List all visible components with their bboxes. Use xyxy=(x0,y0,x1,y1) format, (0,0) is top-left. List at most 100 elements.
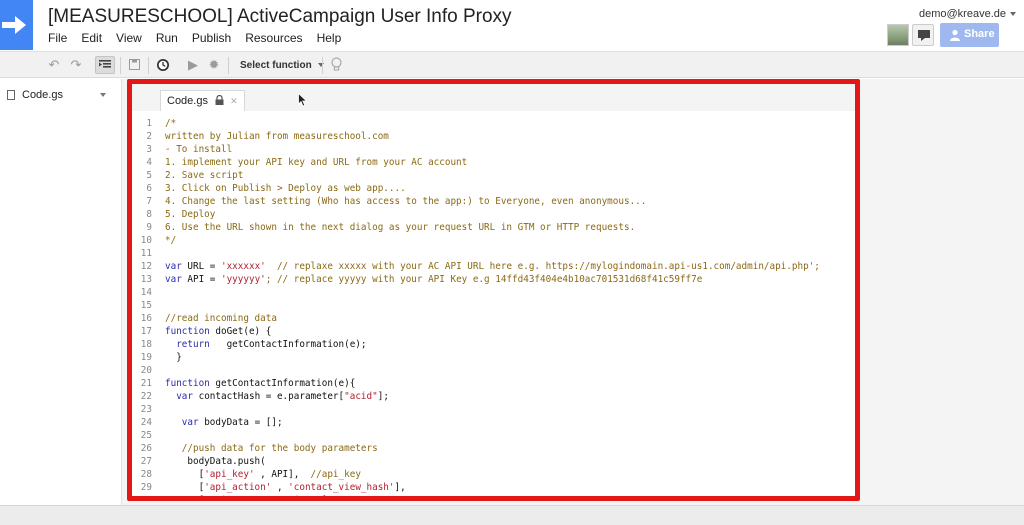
code-text: var bodyData = []; xyxy=(165,416,283,429)
code-token-comment: // replaxe xxxxx with your AC API URL he… xyxy=(265,261,820,272)
line-number: 2 xyxy=(146,131,152,142)
code-token-comment: ; // replace yyyyy with your API Key e.g… xyxy=(265,274,703,285)
account-caret-icon[interactable] xyxy=(1010,12,1016,16)
menu-item-resources[interactable]: Resources xyxy=(245,31,302,45)
save-icon[interactable] xyxy=(124,56,144,74)
code-text: 1. implement your API key and URL from y… xyxy=(165,156,467,169)
code-text: var URL = 'xxxxxx' // replaxe xxxxx with… xyxy=(165,260,820,273)
select-function-dropdown[interactable]: Select function xyxy=(232,56,332,75)
code-token-string: 'xxxxxx' xyxy=(220,261,266,272)
line-number: 18 xyxy=(140,339,152,350)
menu-item-help[interactable]: Help xyxy=(317,31,342,45)
code-token-comment: written by Julian from measureschool.com xyxy=(165,131,389,142)
code-text: //read incoming data xyxy=(165,312,277,325)
close-icon[interactable]: ✕ xyxy=(230,91,238,111)
code-token-comment: 4. Change the last setting (Who has acce… xyxy=(165,196,647,207)
code-text: var API = 'yyyyyy'; // replace yyyyy wit… xyxy=(165,273,702,286)
code-token-plain: contactHash = e.parameter[ xyxy=(193,391,345,402)
code-token-string: 'contact_view_hash' xyxy=(288,482,395,493)
code-token-keyword: function xyxy=(165,326,210,337)
indent-icon[interactable] xyxy=(95,56,115,74)
code-text: 3. Click on Publish > Deploy as web app.… xyxy=(165,182,406,195)
code-token-string: "acid" xyxy=(344,391,378,402)
line-number: 23 xyxy=(140,404,152,415)
code-token-keyword: var xyxy=(165,274,182,285)
line-number: 1 xyxy=(146,118,152,129)
menu-item-publish[interactable]: Publish xyxy=(192,31,231,45)
code-token-comment: //api_key xyxy=(310,469,361,480)
code-token-plain: getContactInformation(e); xyxy=(209,339,367,350)
indent-lines-icon xyxy=(99,60,111,68)
file-sidebar: Code.gs xyxy=(0,79,122,505)
code-text: bodyData.push( xyxy=(165,455,266,468)
share-button-label: Share xyxy=(964,28,995,40)
menu-bar: File Edit View Run Publish Resources Help xyxy=(48,31,355,45)
triggers-icon[interactable] xyxy=(153,56,173,74)
code-text: 2. Save script xyxy=(165,169,243,182)
menu-item-edit[interactable]: Edit xyxy=(81,31,102,45)
code-token-plain: URL = xyxy=(181,261,221,272)
tab-code-gs[interactable]: Code.gs ✕ xyxy=(160,90,245,111)
lightbulb-icon[interactable] xyxy=(326,56,346,74)
share-button[interactable]: Share xyxy=(940,23,999,47)
code-token-comment: */ xyxy=(165,235,177,246)
user-email[interactable]: demo@kreave.de xyxy=(919,8,1006,20)
code-text: written by Julian from measureschool.com xyxy=(165,130,389,143)
code-text: //push data for the body parameters xyxy=(165,442,378,455)
code-text: return getContactInformation(e); xyxy=(165,338,367,351)
code-token-comment: 1. implement your API key and URL from y… xyxy=(165,157,468,168)
code-text: function getContactInformation(e){ xyxy=(165,377,355,390)
apps-script-logo[interactable] xyxy=(0,0,33,50)
bulb-shape-icon xyxy=(330,57,342,71)
code-text: ['api_output' , 'json'], xyxy=(165,494,333,501)
line-number: 11 xyxy=(140,248,152,259)
line-number: 7 xyxy=(146,196,152,207)
menu-item-file[interactable]: File xyxy=(48,31,67,45)
avatar[interactable] xyxy=(887,24,909,46)
code-token-plain: , xyxy=(271,482,289,493)
code-token-plain: bodyData.push( xyxy=(165,456,266,467)
code-token-comment: - To install xyxy=(165,144,233,155)
code-token-string: 'json' xyxy=(288,495,322,501)
chevron-down-icon[interactable] xyxy=(100,93,106,97)
menu-item-run[interactable]: Run xyxy=(156,31,178,45)
line-number: 19 xyxy=(140,352,152,363)
code-token-plain: [ xyxy=(165,495,205,501)
code-token-plain: ], xyxy=(394,482,406,493)
code-token-keyword: var xyxy=(165,391,193,402)
line-number: 13 xyxy=(140,274,152,285)
lock-icon xyxy=(215,92,224,112)
comment-icon xyxy=(918,30,930,41)
line-number: 28 xyxy=(140,469,152,480)
code-editor[interactable]: 1 /* 2 written by Julian from measureschool… xyxy=(132,111,855,501)
project-title[interactable]: [MEASURESCHOOL] ActiveCampaign User Info… xyxy=(48,6,512,28)
code-text: 4. Change the last setting (Who has acce… xyxy=(165,195,646,208)
code-text: } xyxy=(165,351,182,364)
code-text: 5. Deploy xyxy=(165,208,215,221)
code-text: 6. Use the URL shown in the next dialog … xyxy=(165,221,635,234)
line-number: 4 xyxy=(146,157,152,168)
redo-icon[interactable]: ↷ xyxy=(66,56,86,74)
run-icon[interactable]: ▶ xyxy=(183,56,203,74)
code-token-comment: 6. Use the URL shown in the next dialog … xyxy=(165,222,636,233)
line-number: 24 xyxy=(140,417,152,428)
code-token-plain: bodyData = []; xyxy=(198,417,283,428)
comments-button[interactable] xyxy=(912,24,934,46)
code-token-plain: API = xyxy=(181,274,221,285)
file-item-code-gs[interactable]: Code.gs xyxy=(0,85,118,105)
code-token-plain: [ xyxy=(165,469,205,480)
line-number: 20 xyxy=(140,365,152,376)
undo-icon[interactable]: ↶ xyxy=(44,56,64,74)
debug-icon[interactable]: ✹ xyxy=(204,56,224,74)
code-token-keyword: return xyxy=(165,339,210,350)
line-number: 8 xyxy=(146,209,152,220)
floppy-disk-icon xyxy=(128,59,140,70)
line-number: 21 xyxy=(140,378,152,389)
menu-item-view[interactable]: View xyxy=(116,31,142,45)
file-item-label: Code.gs xyxy=(22,89,63,101)
code-text: /* xyxy=(165,117,176,130)
clock-icon xyxy=(157,59,169,71)
line-number: 12 xyxy=(140,261,152,272)
code-token-string: 'api_action' xyxy=(204,482,272,493)
code-text: - To install xyxy=(165,143,232,156)
